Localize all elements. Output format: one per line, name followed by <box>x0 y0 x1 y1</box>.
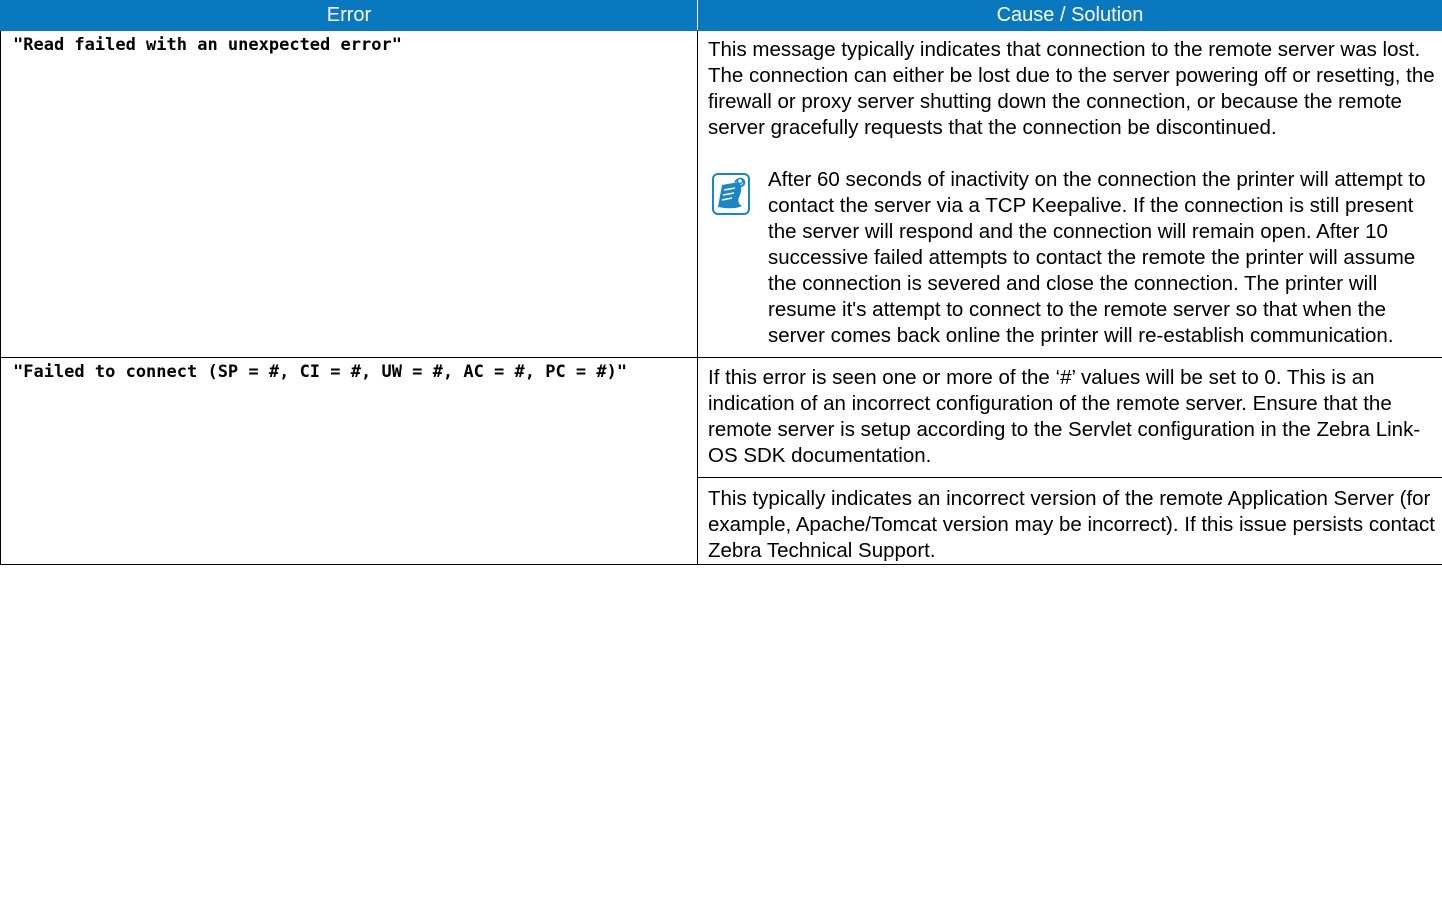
table-header: Error Cause / Solution <box>0 0 1442 31</box>
note-text: After 60 seconds of inactivity on the co… <box>768 168 1426 347</box>
cause-paragraph: This typically indicates an incorrect ve… <box>708 487 1435 562</box>
note-icon <box>712 173 750 215</box>
note-block: After 60 seconds of inactivity on the co… <box>708 167 1438 349</box>
table-row: "Read failed with an unexpected error" T… <box>0 30 1442 358</box>
cause-paragraph: This message typically indicates that co… <box>708 38 1435 139</box>
header-cause-solution: Cause / Solution <box>697 0 1442 31</box>
error-message: "Read failed with an unexpected error" <box>0 30 698 358</box>
cause-paragraph: If this error is seen one or more of the… <box>708 366 1421 467</box>
cause-cell: If this error is seen one or more of the… <box>697 357 1442 478</box>
table-row: "Failed to connect (SP = #, CI = #, UW =… <box>0 357 1442 565</box>
cause-cell: This typically indicates an incorrect ve… <box>697 477 1442 565</box>
cause-cell: This message typically indicates that co… <box>697 30 1442 358</box>
error-table: Error Cause / Solution "Read failed with… <box>0 0 1442 565</box>
error-message: "Failed to connect (SP = #, CI = #, UW =… <box>0 357 698 565</box>
header-error: Error <box>0 0 698 31</box>
